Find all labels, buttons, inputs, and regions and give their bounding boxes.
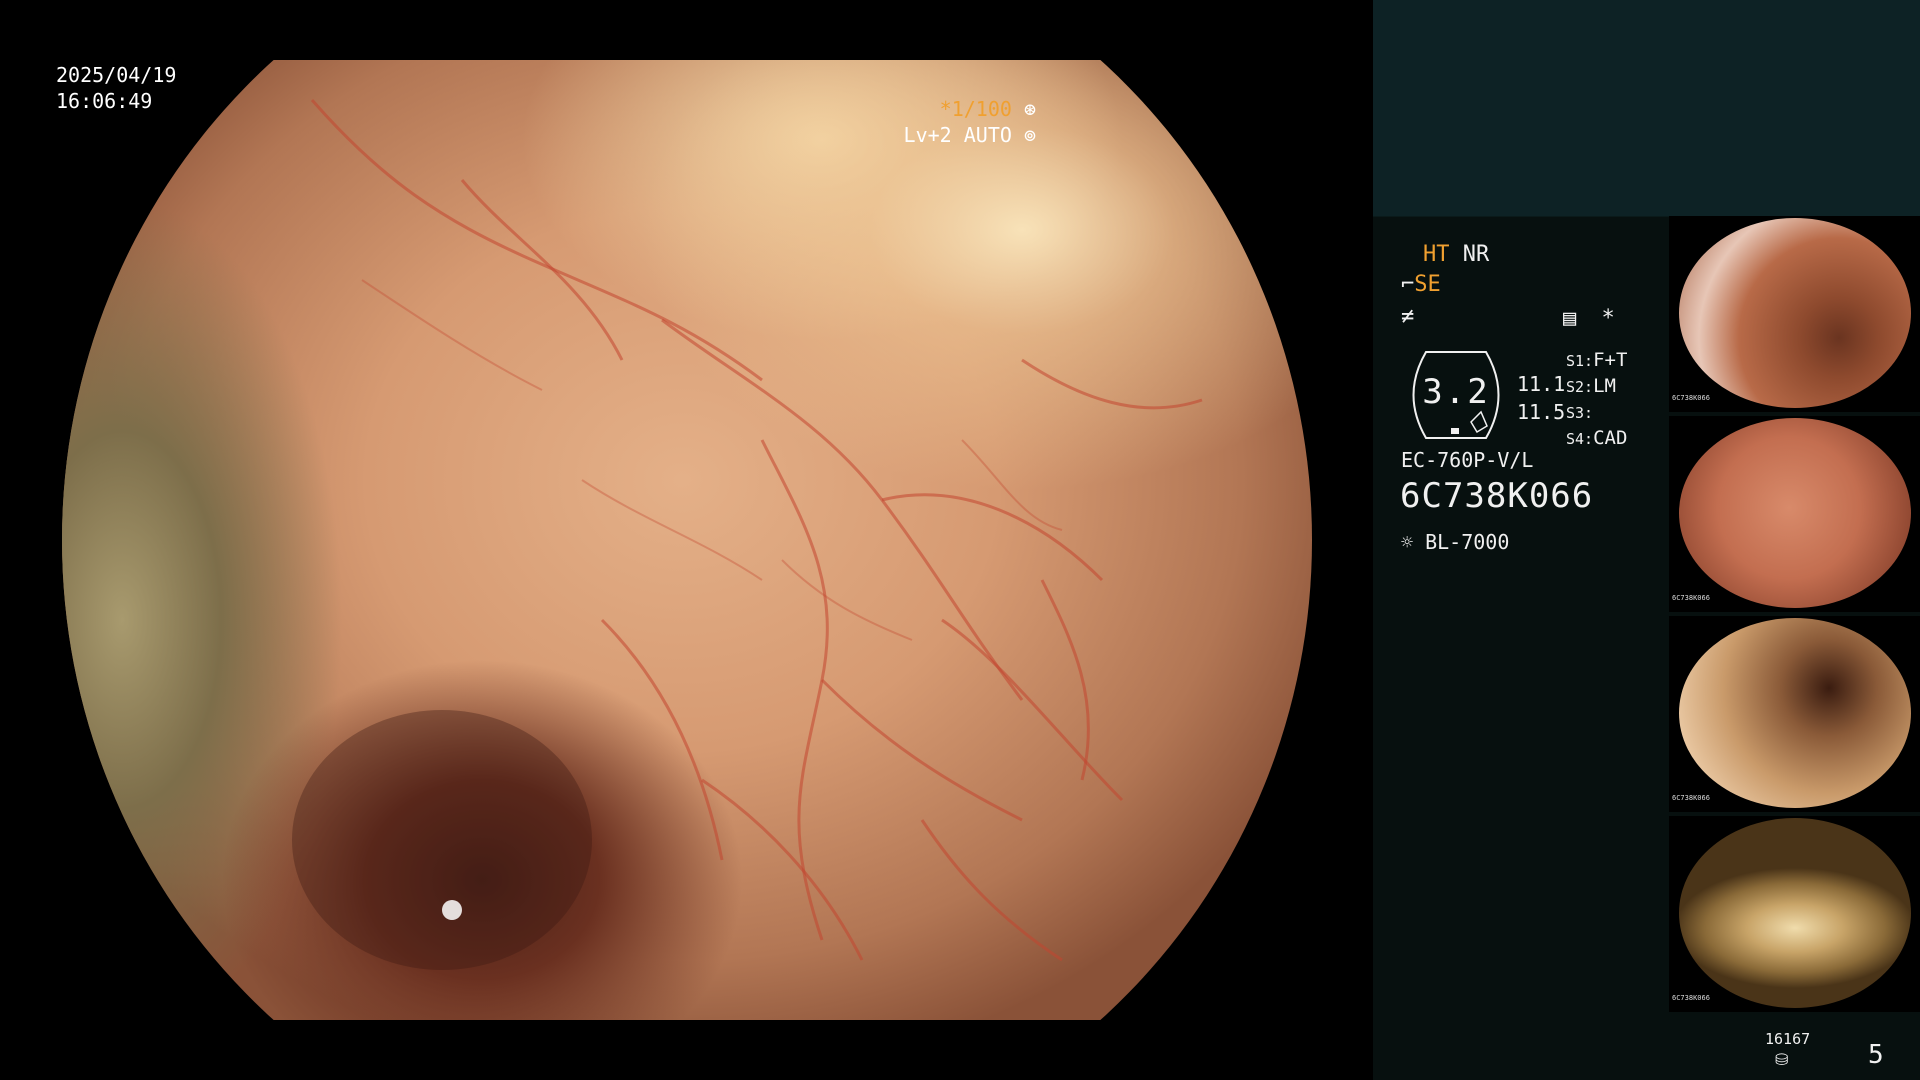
vessel-pattern — [292, 99, 1203, 970]
aperture-icon: ⊛ — [1023, 97, 1036, 121]
ratio-1: 11.1 — [1517, 372, 1566, 396]
storage-icon: ⛁ — [1775, 1050, 1789, 1069]
settings-list-icon: ▤ — [1563, 306, 1577, 331]
thumbnail-serial: 6C738K066 — [1672, 394, 1710, 402]
endoscopic-image — [62, 60, 1312, 1020]
mode-se: SE — [1414, 272, 1441, 297]
scope-model: EC-760P-V/L — [1401, 448, 1534, 472]
slot-s3: S3: — [1566, 404, 1594, 422]
slot-s4: S4:CAD — [1566, 427, 1628, 449]
thumbnail-2[interactable]: 6C738K066 — [1669, 416, 1920, 612]
exposure-info: *1/100 ⊛ Lv+2 AUTO ⊚ — [904, 96, 1036, 148]
slot-s2: S2:LM — [1566, 375, 1616, 397]
ratio-2: 11.5 — [1517, 400, 1566, 424]
mode-nr: NR — [1462, 242, 1490, 267]
slot-s1: S1:F+T — [1566, 349, 1628, 371]
status-icons: ▤ * — [1563, 306, 1615, 331]
light-source: ☼ BL-7000 — [1401, 530, 1509, 554]
thumbnail-image — [1679, 818, 1911, 1008]
exam-date: 2025/04/19 — [56, 63, 177, 87]
exam-datetime: 2025/04/19 16:06:49 — [56, 62, 176, 114]
thumbnail-1[interactable]: 6C738K066 — [1669, 216, 1920, 412]
page-number: 5 — [1868, 1040, 1884, 1070]
zoom-gauge: 3.2 — [1401, 350, 1511, 440]
freeze-icon: ≠ — [1401, 304, 1415, 329]
side-panel: HT NR ⌐SE ≠ ▤ * 3.2 11.1 11.5 S1:F+T S2:… — [1373, 0, 1920, 1080]
thumbnail-image — [1679, 418, 1911, 608]
shutter-speed: *1/100 — [939, 97, 1012, 121]
star-mark: * — [1601, 306, 1615, 331]
function-slots: S1:F+T S2:LM S3: S4:CAD — [1566, 348, 1627, 452]
thumbnail-serial: 6C738K066 — [1672, 794, 1710, 802]
exam-time: 16:06:49 — [56, 89, 153, 113]
light-source-model: BL-7000 — [1425, 530, 1510, 554]
scope-serial: 6C738K066 — [1400, 476, 1594, 516]
ratio-readout: 11.1 11.5 — [1517, 370, 1565, 426]
thumbnail-4[interactable]: 6C738K066 — [1669, 816, 1920, 1012]
endoscope-main-view: 2025/04/19 16:06:49 *1/100 ⊛ Lv+2 AUTO ⊚ — [0, 0, 1372, 1080]
side-panel-header — [1373, 0, 1920, 217]
probe-icon: ⌐ — [1401, 272, 1415, 297]
thumbnail-image — [1679, 618, 1911, 808]
gauge-value: 3.2 — [1422, 372, 1490, 412]
thumbnail-serial: 6C738K066 — [1672, 994, 1710, 1002]
mode-ht: HT — [1423, 242, 1450, 267]
thumbnail-image — [1679, 218, 1911, 408]
iris-icon: ⊚ — [1023, 123, 1036, 147]
thumbnail-serial: 6C738K066 — [1672, 594, 1710, 602]
brightness-level: Lv+2 AUTO — [903, 123, 1012, 147]
lamp-icon: ☼ — [1401, 530, 1414, 554]
image-count: 16167 — [1765, 1030, 1811, 1048]
thumbnail-3[interactable]: 6C738K066 — [1669, 616, 1920, 812]
